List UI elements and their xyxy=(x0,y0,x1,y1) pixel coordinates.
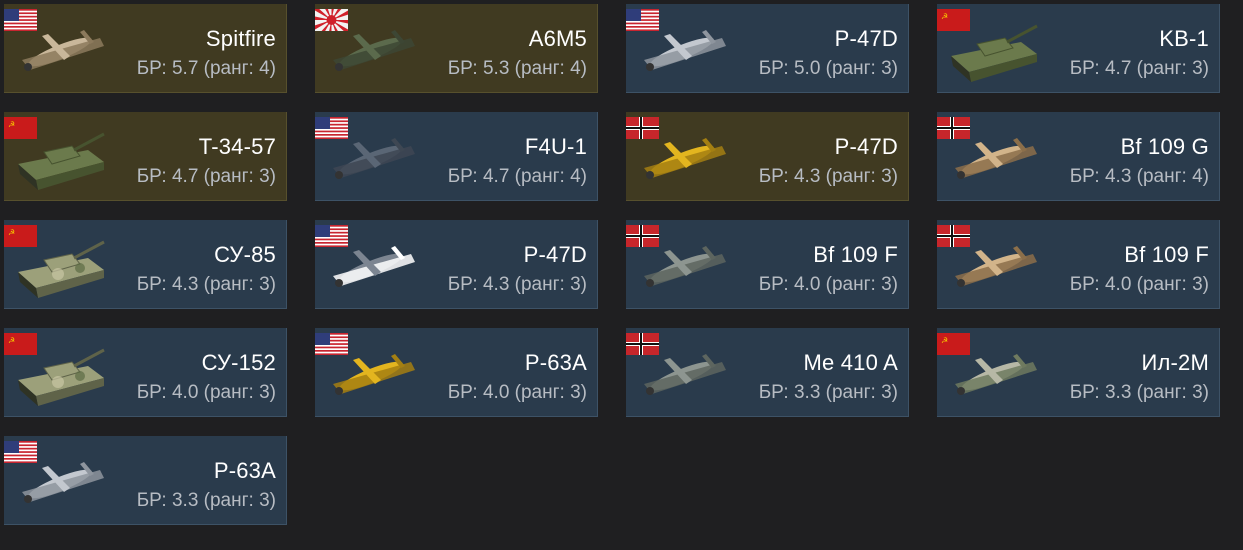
vehicle-name: Bf 109 F xyxy=(1124,242,1209,267)
ussr-flag-icon: ☭ xyxy=(937,333,970,355)
battle-rating: БР: 4.7 (ранг: 3) xyxy=(136,166,276,187)
vehicle-name: СУ-85 xyxy=(214,242,276,267)
battle-rating: БР: 4.7 (ранг: 3) xyxy=(1069,58,1209,79)
vehicle-card[interactable]: P-47D БР: 4.3 (ранг: 3) xyxy=(626,112,909,201)
vehicle-name: P-63A xyxy=(213,458,276,483)
vehicle-card[interactable]: P-47D БР: 4.3 (ранг: 3) xyxy=(315,220,598,309)
usa-flag-icon xyxy=(315,225,348,247)
japan-flag-icon xyxy=(315,9,348,31)
vehicle-card[interactable]: P-47D БР: 5.0 (ранг: 3) xyxy=(626,4,909,93)
vehicle-name: A6M5 xyxy=(528,26,587,51)
vehicle-card[interactable]: ☭ T-34-57 БР: 4.7 (ранг: 3) xyxy=(4,112,287,201)
battle-rating: БР: 4.3 (ранг: 4) xyxy=(1069,166,1209,187)
vehicle-name: P-63A xyxy=(524,350,587,375)
vehicle-card[interactable]: Me 410 A БР: 3.3 (ранг: 3) xyxy=(626,328,909,417)
vehicle-card[interactable]: Bf 109 F БР: 4.0 (ранг: 3) xyxy=(937,220,1220,309)
battle-rating: БР: 3.3 (ранг: 3) xyxy=(136,490,276,511)
usa-flag-icon xyxy=(626,9,659,31)
vehicle-name: P-47D xyxy=(523,242,587,267)
vehicle-card[interactable]: Bf 109 F БР: 4.0 (ранг: 3) xyxy=(626,220,909,309)
battle-rating: БР: 4.3 (ранг: 3) xyxy=(447,274,587,295)
vehicle-name: Ил-2М xyxy=(1141,350,1209,375)
battle-rating: БР: 5.3 (ранг: 4) xyxy=(447,58,587,79)
vehicle-card[interactable]: A6M5 БР: 5.3 (ранг: 4) xyxy=(315,4,598,93)
battle-rating: БР: 4.0 (ранг: 3) xyxy=(447,382,587,403)
svg-text:☭: ☭ xyxy=(941,12,948,21)
svg-text:☭: ☭ xyxy=(8,336,15,345)
germany-flag-icon xyxy=(626,333,659,355)
ussr-flag-icon: ☭ xyxy=(937,9,970,31)
vehicle-card[interactable]: F4U-1 БР: 4.7 (ранг: 4) xyxy=(315,112,598,201)
usa-flag-icon xyxy=(315,117,348,139)
vehicle-name: Spitfire xyxy=(205,26,276,51)
usa-flag-icon xyxy=(4,9,37,31)
battle-rating: БР: 3.3 (ранг: 3) xyxy=(1069,382,1209,403)
battle-rating: БР: 4.3 (ранг: 3) xyxy=(758,166,898,187)
vehicle-name: T-34-57 xyxy=(198,134,276,159)
vehicle-name: Bf 109 G xyxy=(1120,134,1209,159)
battle-rating: БР: 3.3 (ранг: 3) xyxy=(758,382,898,403)
vehicle-card[interactable]: P-63A БР: 3.3 (ранг: 3) xyxy=(4,436,287,525)
svg-text:☭: ☭ xyxy=(941,336,948,345)
vehicle-card[interactable]: ☭ СУ-85 БР: 4.3 (ранг: 3) xyxy=(4,220,287,309)
germany-flag-icon xyxy=(626,225,659,247)
battle-rating: БР: 4.0 (ранг: 3) xyxy=(758,274,898,295)
vehicle-card[interactable]: ☭ СУ-152 БР: 4.0 (ранг: 3) xyxy=(4,328,287,417)
vehicle-card[interactable]: ☭ KB-1 БР: 4.7 (ранг: 3) xyxy=(937,4,1220,93)
germany-flag-icon xyxy=(937,225,970,247)
vehicle-name: Me 410 A xyxy=(803,350,898,375)
vehicle-name: KB-1 xyxy=(1159,26,1209,51)
battle-rating: БР: 5.0 (ранг: 3) xyxy=(758,58,898,79)
battle-rating: БР: 5.7 (ранг: 4) xyxy=(136,58,276,79)
germany-flag-icon xyxy=(937,117,970,139)
svg-text:☭: ☭ xyxy=(8,120,15,129)
vehicle-card[interactable]: P-63A БР: 4.0 (ранг: 3) xyxy=(315,328,598,417)
vehicle-name: P-47D xyxy=(834,26,898,51)
vehicle-name: P-47D xyxy=(834,134,898,159)
battle-rating: БР: 4.3 (ранг: 3) xyxy=(136,274,276,295)
vehicle-name: F4U-1 xyxy=(524,134,587,159)
usa-flag-icon xyxy=(315,333,348,355)
ussr-flag-icon: ☭ xyxy=(4,333,37,355)
battle-rating: БР: 4.0 (ранг: 3) xyxy=(1069,274,1209,295)
vehicle-card[interactable]: Spitfire БР: 5.7 (ранг: 4) xyxy=(4,4,287,93)
ussr-flag-icon: ☭ xyxy=(4,117,37,139)
vehicle-name: СУ-152 xyxy=(201,350,276,375)
svg-text:☭: ☭ xyxy=(8,228,15,237)
battle-rating: БР: 4.7 (ранг: 4) xyxy=(447,166,587,187)
vehicle-grid: Spitfire БР: 5.7 (ранг: 4) A6M5 БР: 5.3 (р… xyxy=(4,4,1243,544)
germany-flag-icon xyxy=(626,117,659,139)
ussr-flag-icon: ☭ xyxy=(4,225,37,247)
vehicle-name: Bf 109 F xyxy=(813,242,898,267)
vehicle-card[interactable]: ☭ Ил-2М БР: 3.3 (ранг: 3) xyxy=(937,328,1220,417)
battle-rating: БР: 4.0 (ранг: 3) xyxy=(136,382,276,403)
vehicle-card[interactable]: Bf 109 G БР: 4.3 (ранг: 4) xyxy=(937,112,1220,201)
usa-flag-icon xyxy=(4,441,37,463)
